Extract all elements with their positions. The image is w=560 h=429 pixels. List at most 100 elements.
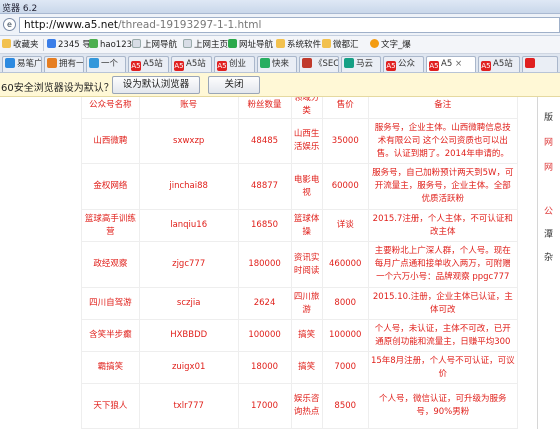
tab-3[interactable]: 一个 [86, 56, 126, 72]
close-tab-icon[interactable]: × [455, 59, 462, 69]
favorite-home[interactable]: 上网主页 [183, 38, 228, 52]
address-bar: e http://www.a5.net/thread-19193297-1-1.… [0, 14, 560, 36]
cell-category: 山西生活娱乐 [290, 118, 323, 164]
tab-12[interactable]: A5 A5站 [478, 56, 520, 72]
table-row: 霸搞笑 zuigx01 18000 搞笑 7000 15年8月注册，个人号不可认… [81, 351, 519, 384]
cell-category: 篮球体操 [290, 209, 323, 242]
site-security-icon[interactable]: e [3, 18, 16, 31]
cell-name: 金权网络 [81, 163, 140, 210]
cell-note: 服务号，企业主体。山西微聘信息技术有限公司 这个公司资质也可以出售。认证到期了。… [367, 118, 519, 164]
cell-fans: 180000 [237, 241, 292, 288]
favorite-nav-1[interactable]: 上网导航 [132, 38, 177, 52]
favorite-folder[interactable]: 收藏夹 [2, 38, 39, 52]
cell-note: 服务号，自己加粉预计两天到5W，可开流量主，服务号，企业主体。全部优质活跃粉 [367, 163, 519, 210]
url-input[interactable]: http://www.a5.net/thread-19193297-1-1.ht… [19, 17, 560, 33]
cell-category: 搞笑 [290, 351, 323, 384]
cell-fans: 48877 [237, 163, 292, 210]
page-content: 公众号名称 账号 粉丝数量 领域分类 售价 备注 山西微聘 sxwxzp 484… [0, 97, 560, 429]
a5-icon: A5 [429, 61, 439, 71]
cell-note: 2015.10.注册，企业主体已认证，主体可改 [367, 287, 519, 320]
sidebar-item[interactable]: 潭 [544, 227, 553, 240]
star-icon [370, 39, 379, 48]
header-cell: 售价 [321, 97, 369, 119]
tab-8[interactable]: 《SEC [299, 56, 339, 72]
cell-fans: 2624 [237, 287, 292, 320]
divider [43, 39, 44, 51]
sidebar-item[interactable]: 网 [544, 135, 553, 148]
cell-name: 政经观察 [81, 241, 140, 288]
cell-name: 四川自驾游 [81, 287, 140, 320]
notice-text: 60安全浏览器设为默认？ [1, 83, 114, 94]
cell-category: 资讯实时阅读 [290, 241, 323, 288]
tab-5[interactable]: A5 A5站 [171, 56, 212, 72]
a5-icon: A5 [131, 61, 141, 71]
favorite-weidu[interactable]: 微都汇 [322, 38, 359, 52]
a5-icon: A5 [174, 61, 184, 71]
site-icon [344, 58, 354, 68]
favorite-nav-2[interactable]: 网址导航 [228, 38, 273, 52]
tab-7[interactable]: 快来 [257, 56, 297, 72]
sidebar-item[interactable]: 杂 [544, 250, 553, 263]
sidebar-item[interactable]: 网 [544, 160, 553, 173]
default-browser-notice: 60安全浏览器设为默认？ 设为默认浏览器 关闭 [0, 73, 560, 97]
a5-icon [525, 58, 535, 68]
table-row: 四川自驾游 sczjia 2624 四川旅游 8000 2015.10.注册，企… [81, 287, 519, 320]
site-icon [5, 58, 15, 68]
tab-2[interactable]: 拥有一 [44, 56, 84, 72]
url-path: /thread-19193297-1-1.html [118, 19, 262, 31]
tab-bar: 易笔广 拥有一 一个 A5 A5站 A5 A5站 A5 创业 快来 《SEC 马云 A… [0, 54, 560, 73]
cell-price: 8500 [321, 383, 369, 429]
url-host: http://www.a5.net [24, 19, 118, 31]
a5-icon: A5 [481, 61, 491, 71]
cell-category: 电影电视 [290, 163, 323, 210]
page-icon [183, 39, 192, 48]
2345-icon [47, 39, 56, 48]
favorite-text[interactable]: 文字_爆 [370, 38, 411, 52]
tab-1[interactable]: 易笔广 [2, 56, 42, 72]
cell-account: HXBBDD [138, 319, 239, 352]
cell-account: zuigx01 [138, 351, 239, 384]
cell-price: 详谈 [321, 209, 369, 242]
folder-icon [322, 39, 331, 48]
cell-note: 主要粉北上广深人群，个人号。现在每月广点通和接单收入两万，可附赠一个六万小号：品… [367, 241, 519, 288]
tab-9[interactable]: 马云 [341, 56, 381, 72]
right-sidebar: 版 网 网 公 潭 杂 [537, 97, 560, 429]
cell-note: 15年8月注册，个人号不可认证，可议价 [367, 351, 519, 384]
favorite-software[interactable]: 系统软件 [276, 38, 321, 52]
cell-price: 8000 [321, 287, 369, 320]
cell-name: 霸搞笑 [81, 351, 140, 384]
cell-fans: 100000 [237, 319, 292, 352]
cell-note: 2015.7注册，个人主体，不可认证和改主体 [367, 209, 519, 242]
tab-4[interactable]: A5 A5站 [128, 56, 169, 72]
header-cell: 粉丝数量 [237, 97, 292, 119]
cell-price: 100000 [321, 319, 369, 352]
sidebar-item[interactable]: 公 [544, 204, 553, 217]
cell-note: 个人号，微信认证，可升级为服务号，90%男粉 [367, 383, 519, 429]
table-row: 篮球高手训练营 lanqiu16 16850 篮球体操 详谈 2015.7注册，… [81, 209, 519, 242]
table-row: 政经观察 zjgc777 180000 资讯实时阅读 460000 主要粉北上广… [81, 241, 519, 288]
cell-fans: 18000 [237, 351, 292, 384]
table-row: 金权网络 jinchai88 48877 电影电视 60000 服务号，自己加粉… [81, 163, 519, 210]
cell-account: sxwxzp [138, 118, 239, 164]
header-cell: 公众号名称 [81, 97, 140, 119]
cell-price: 35000 [321, 118, 369, 164]
table-row: 山西微聘 sxwxzp 48485 山西生活娱乐 35000 服务号，企业主体。… [81, 118, 519, 164]
set-default-browser-button[interactable]: 设为默认浏览器 [112, 76, 200, 94]
header-cell: 账号 [138, 97, 239, 119]
page-icon [132, 39, 141, 48]
tab-11-active[interactable]: A5 A5 × [426, 56, 476, 72]
a5-icon: A5 [217, 61, 227, 71]
close-notice-button[interactable]: 关闭 [208, 76, 260, 94]
window-title: 览器 6.2 [2, 4, 38, 14]
cell-price: 460000 [321, 241, 369, 288]
tab-10[interactable]: A5 公众 [383, 56, 424, 72]
window-titlebar: 览器 6.2 [0, 0, 560, 14]
favorite-2345[interactable]: 2345 导 [47, 38, 91, 52]
favorite-hao123[interactable]: hao123 [89, 38, 132, 52]
site-icon [47, 58, 57, 68]
tab-6[interactable]: A5 创业 [214, 56, 255, 72]
sidebar-item[interactable]: 版 [544, 110, 553, 123]
tab-13[interactable] [522, 56, 558, 72]
a5-icon: A5 [386, 61, 396, 71]
table-header-row: 公众号名称 账号 粉丝数量 领域分类 售价 备注 [81, 97, 519, 119]
